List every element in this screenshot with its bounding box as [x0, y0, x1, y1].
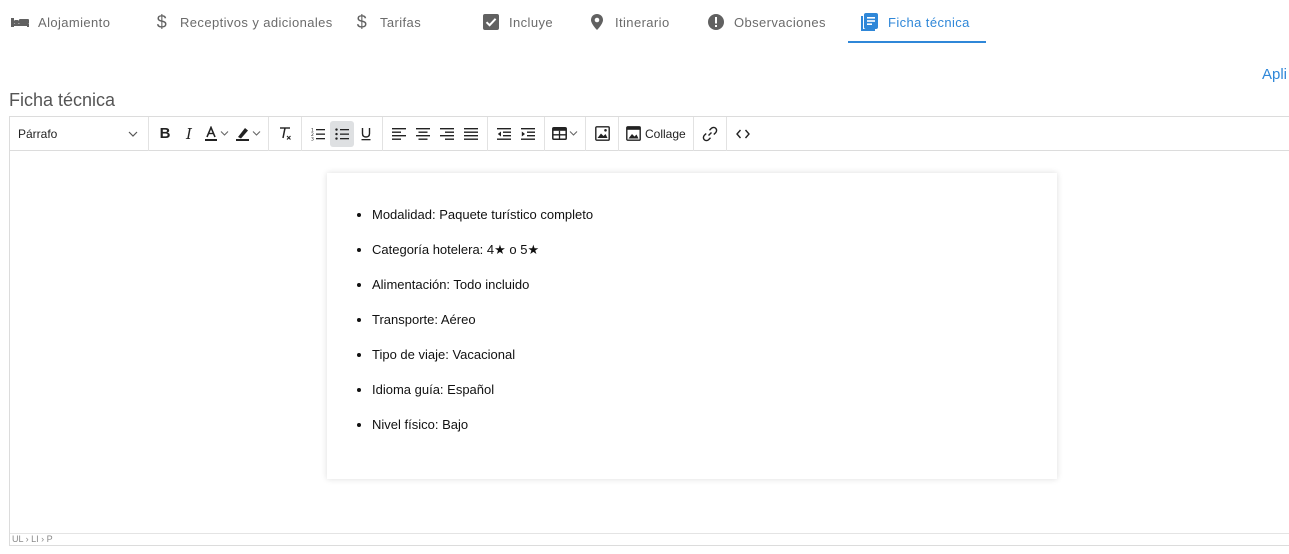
tab-label: Itinerario [615, 14, 670, 30]
align-justify-icon [464, 127, 478, 140]
table-button[interactable] [549, 121, 581, 147]
tab-label: Ficha técnica [888, 14, 970, 30]
text-color-button[interactable] [201, 121, 232, 147]
editor-toolbar: Párrafo B I 1 2 3 Collage [10, 116, 1289, 151]
outdent-icon [497, 127, 511, 140]
bold-button[interactable]: B [153, 121, 177, 147]
align-right-icon [440, 127, 454, 140]
collage-button[interactable]: Collage [623, 121, 689, 147]
toolbar-group-collage: Collage [619, 116, 694, 151]
underline-icon [360, 127, 372, 141]
tab-label: Tarifas [380, 14, 422, 30]
toolbar-group-image [586, 116, 619, 151]
source-code-button[interactable] [731, 121, 755, 147]
numbered-list-button[interactable]: 123 [306, 121, 330, 147]
insert-link-button[interactable] [698, 121, 722, 147]
list-item[interactable]: Nivel físico: Bajo [372, 417, 1057, 432]
apply-link[interactable]: Apli [1262, 66, 1287, 83]
block-format-value: Párrafo [18, 126, 58, 141]
align-left-button[interactable] [387, 121, 411, 147]
document-page[interactable]: Modalidad: Paquete turístico completo Ca… [327, 173, 1057, 479]
tab-ficha-tecnica[interactable]: Ficha técnica [848, 0, 986, 44]
editor-content-area[interactable]: Modalidad: Paquete turístico completo Ca… [10, 151, 1289, 544]
list-item[interactable]: Tipo de viaje: Vacacional [372, 347, 1057, 362]
block-format-select[interactable]: Párrafo [14, 121, 144, 147]
list-item[interactable]: Transporte: Aéreo [372, 312, 1057, 327]
chevron-down-icon [252, 131, 261, 136]
tab-alojamiento[interactable]: Alojamiento [10, 0, 110, 44]
dollar-icon: $ [156, 11, 168, 32]
tab-bar: Alojamiento $ Receptivos y adicionales $… [0, 0, 1289, 44]
list-item[interactable]: Alimentación: Todo incluido [372, 277, 1057, 292]
align-left-icon [392, 127, 406, 140]
tab-incluye[interactable]: Incluye [481, 0, 553, 44]
bullet-list-button[interactable] [330, 120, 354, 147]
toolbar-group-alignment [383, 116, 488, 151]
collage-label: Collage [645, 126, 686, 141]
toolbar-group-table [545, 116, 586, 151]
align-center-icon [416, 127, 430, 140]
list-item[interactable]: Categoría hotelera: 4★ o 5★ [372, 242, 1057, 257]
table-icon [552, 127, 567, 140]
underline-button[interactable] [354, 121, 378, 147]
list-item[interactable]: Idioma guía: Español [372, 382, 1057, 397]
clear-formatting-button[interactable] [273, 121, 297, 147]
tab-label: Incluye [509, 14, 553, 30]
text-color-icon [204, 125, 218, 142]
indent-button[interactable] [516, 121, 540, 147]
chevron-down-icon [569, 131, 578, 136]
toolbar-group-code [727, 117, 759, 151]
code-icon [735, 129, 750, 139]
dollar-icon: $ [356, 11, 368, 32]
indent-icon [521, 127, 535, 140]
toolbar-group-clear [269, 116, 302, 151]
tab-itinerario[interactable]: Itinerario [587, 0, 670, 44]
link-icon [702, 126, 718, 142]
alert-circle-icon [706, 12, 726, 32]
toolbar-group-indent [488, 116, 545, 151]
element-path-statusbar: UL › LI › P [10, 533, 1289, 545]
tab-label: Alojamiento [38, 14, 111, 30]
toolbar-group-format: Párrafo [10, 116, 149, 151]
highlight-icon [235, 126, 250, 142]
tab-tarifas[interactable]: $ Tarifas [352, 0, 421, 44]
rich-text-editor: Párrafo B I 1 2 3 Collage • Modalidad: P… [9, 116, 1289, 546]
toolbar-group-link [694, 116, 727, 151]
chevron-down-icon [220, 131, 229, 136]
list-item[interactable]: Modalidad: Paquete turístico completo [372, 207, 1057, 222]
section-title: Ficha técnica [9, 90, 116, 110]
toolbar-group-lists: 123 [302, 116, 383, 151]
bed-icon [10, 12, 30, 32]
document-icon [860, 12, 880, 32]
image-icon [594, 126, 610, 141]
bullet-list-icon [335, 127, 349, 141]
tab-receptivos-y-adicionales[interactable]: $ Receptivos y adicionales [152, 0, 333, 44]
toolbar-group-text-style: B I [149, 116, 269, 151]
tab-observaciones[interactable]: Observaciones [706, 0, 826, 44]
highlight-color-button[interactable] [232, 121, 264, 147]
checkbox-icon [481, 12, 501, 32]
chevron-down-icon [128, 131, 138, 137]
align-right-button[interactable] [435, 121, 459, 147]
numbered-list-icon: 123 [311, 127, 325, 141]
clear-formatting-icon [278, 126, 292, 141]
svg-text:3: 3 [311, 136, 314, 141]
collage-icon [626, 126, 641, 141]
tab-label: Observaciones [734, 14, 826, 30]
location-pin-icon [587, 12, 607, 32]
align-justify-button[interactable] [459, 121, 483, 147]
insert-image-button[interactable] [590, 121, 614, 147]
align-center-button[interactable] [411, 121, 435, 147]
bullet-list: Modalidad: Paquete turístico completo Ca… [327, 173, 1057, 432]
outdent-button[interactable] [492, 121, 516, 147]
italic-button[interactable]: I [177, 121, 201, 147]
tab-label: Receptivos y adicionales [180, 14, 333, 30]
